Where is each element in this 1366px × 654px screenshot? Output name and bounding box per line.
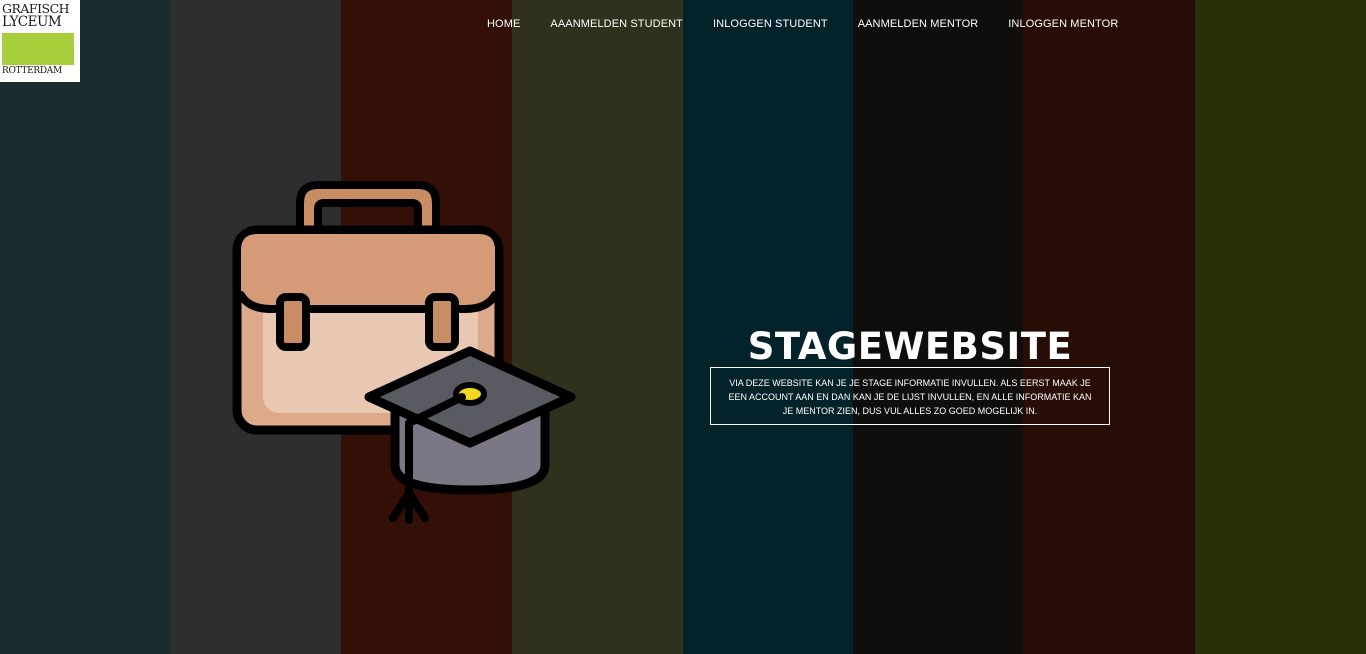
hero-illustration — [232, 181, 576, 524]
background-stripe — [0, 0, 170, 654]
logo-text-line2: LYCEUM — [2, 14, 62, 30]
page-title: STAGEWEBSITE — [747, 324, 1073, 368]
main-nav: HOME AAANMELDEN STUDENT INLOGGEN STUDENT… — [487, 18, 1118, 30]
nav-register-mentor-link[interactable]: AANMELDEN MENTOR — [858, 18, 979, 30]
nav-login-student-link[interactable]: INLOGGEN STUDENT — [713, 18, 828, 30]
logo-green-block — [2, 33, 74, 65]
nav-register-student-link[interactable]: AAANMELDEN STUDENT — [550, 18, 683, 30]
background-stripes — [0, 0, 1366, 654]
background-stripe — [1195, 0, 1366, 654]
intro-text-box: VIA DEZE WEBSITE KAN JE JE STAGE INFORMA… — [710, 367, 1110, 425]
page: GRAFISCH LYCEUM ROTTERDAM HOME AAANMELDE… — [0, 0, 1366, 654]
nav-login-mentor-link[interactable]: INLOGGEN MENTOR — [1008, 18, 1118, 30]
nav-home-link[interactable]: HOME — [487, 18, 520, 30]
logo-text-line3: ROTTERDAM — [2, 66, 62, 76]
school-logo[interactable]: GRAFISCH LYCEUM ROTTERDAM — [0, 0, 80, 82]
intro-text: VIA DEZE WEBSITE KAN JE JE STAGE INFORMA… — [728, 378, 1092, 416]
